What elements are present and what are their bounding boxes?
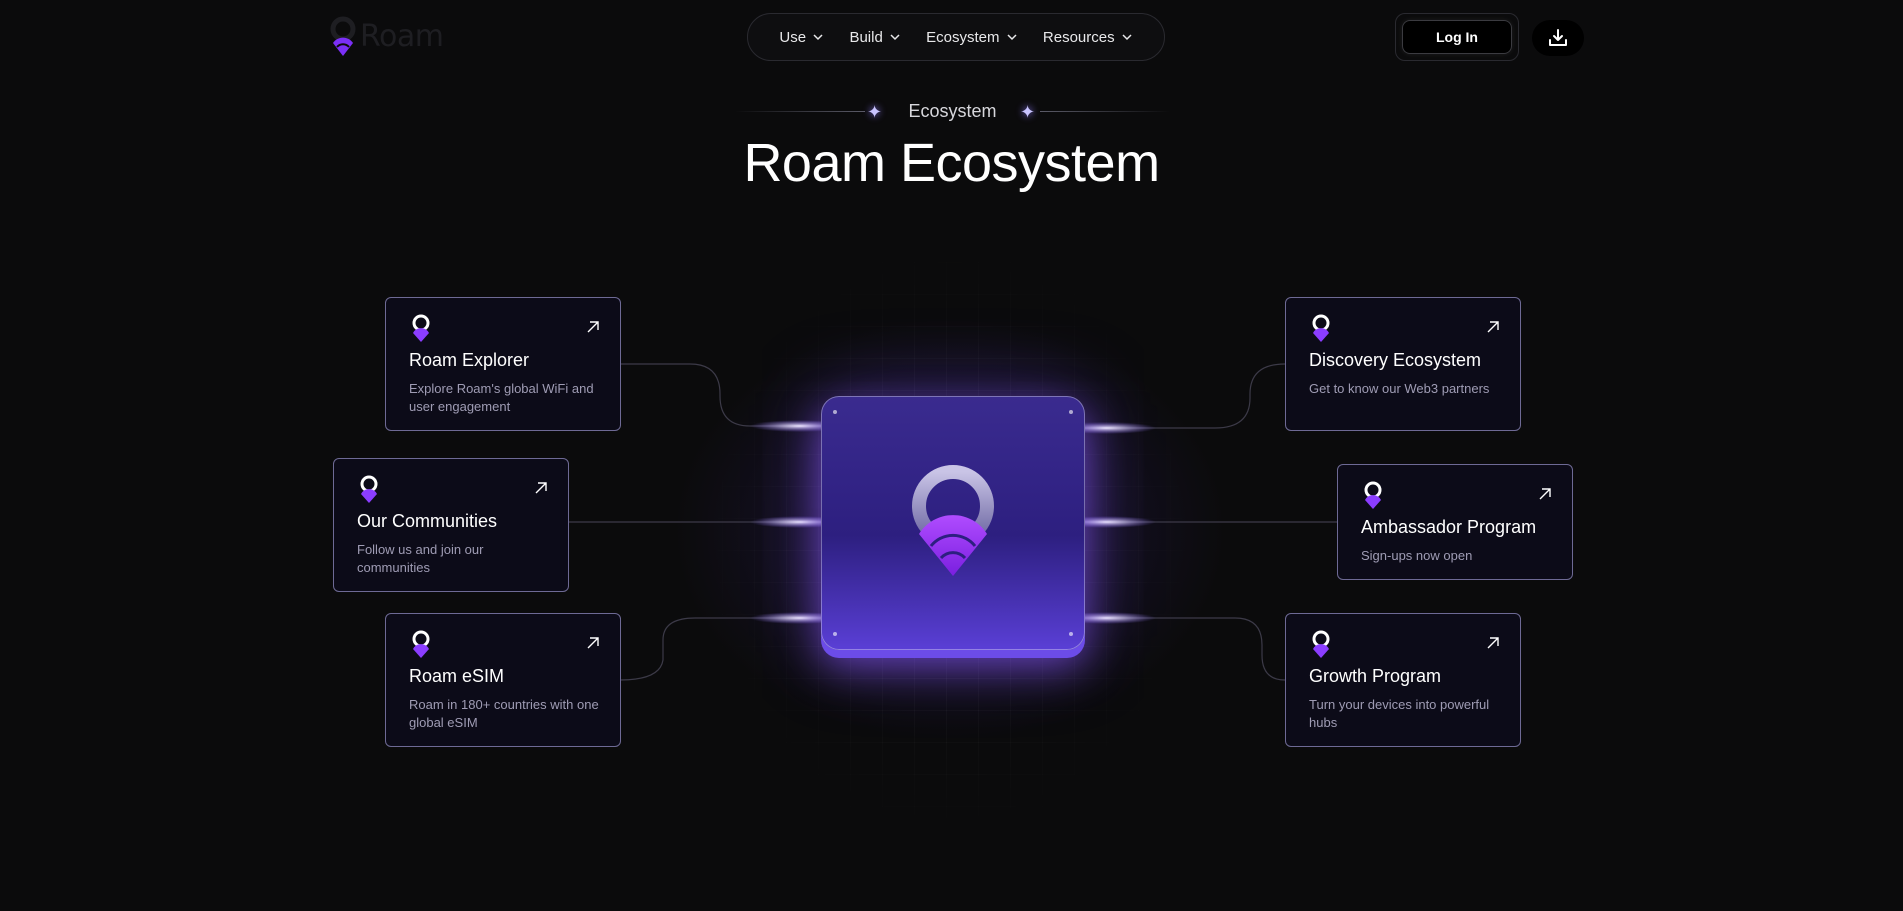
card-description: Roam in 180+ countries with one global e…: [409, 697, 599, 730]
card-title: Ambassador Program: [1361, 517, 1537, 537]
arrow-up-right-icon: [1539, 488, 1551, 500]
ecosystem-chip: [821, 396, 1085, 650]
roam-pin-wifi-icon: [1364, 481, 1382, 509]
arrow-up-right-icon: [1487, 321, 1499, 333]
arrow-up-right-icon: [587, 637, 599, 649]
card-discovery-ecosystem[interactable]: Discovery Ecosystem Get to know our Web3…: [1285, 297, 1521, 431]
roam-logo-icon: [912, 465, 994, 576]
arrow-up-right-icon: [587, 321, 599, 333]
card-description: Follow us and join our communities: [357, 542, 484, 575]
card-description: Explore Roam's global WiFi and user enga…: [409, 381, 594, 414]
roam-pin-wifi-icon: [1312, 630, 1330, 658]
arrow-up-right-icon: [1487, 637, 1499, 649]
card-description: Get to know our Web3 partners: [1309, 381, 1490, 396]
card-title: Roam eSIM: [409, 666, 505, 686]
card-roam-esim[interactable]: Roam eSIM Roam in 180+ countries with on…: [385, 613, 621, 747]
card-our-communities[interactable]: Our Communities Follow us and join our c…: [333, 458, 569, 592]
card-description: Turn your devices into powerful hubs: [1309, 697, 1490, 730]
chip-dot: [833, 632, 837, 636]
card-growth-program[interactable]: Growth Program Turn your devices into po…: [1285, 613, 1521, 747]
card-title: Discovery Ecosystem: [1309, 350, 1482, 370]
card-ambassador-program[interactable]: Ambassador Program Sign-ups now open: [1337, 464, 1573, 580]
roam-pin-wifi-icon: [1312, 314, 1330, 342]
card-description: Sign-ups now open: [1361, 548, 1473, 563]
chip-dot: [833, 410, 837, 414]
arrow-up-right-icon: [535, 482, 547, 494]
card-title: Growth Program: [1309, 666, 1442, 686]
card-title: Our Communities: [357, 511, 498, 531]
chip-dot: [1069, 410, 1073, 414]
card-roam-explorer[interactable]: Roam Explorer Explore Roam's global WiFi…: [385, 297, 621, 431]
chip-dot: [1069, 632, 1073, 636]
roam-pin-wifi-icon: [412, 314, 430, 342]
card-title: Roam Explorer: [409, 350, 530, 370]
roam-pin-wifi-icon: [412, 630, 430, 658]
page: Roam Use Build Ecosystem Resources Log I…: [0, 0, 1903, 911]
roam-pin-wifi-icon: [360, 475, 378, 503]
